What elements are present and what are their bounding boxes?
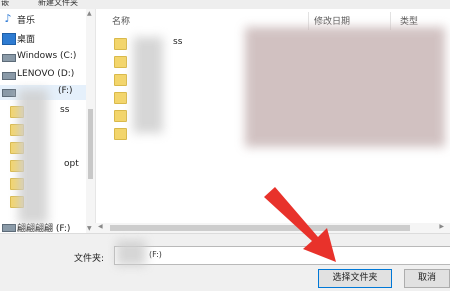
- annotation-arrow: [264, 187, 336, 262]
- arrow-shape: [264, 187, 336, 262]
